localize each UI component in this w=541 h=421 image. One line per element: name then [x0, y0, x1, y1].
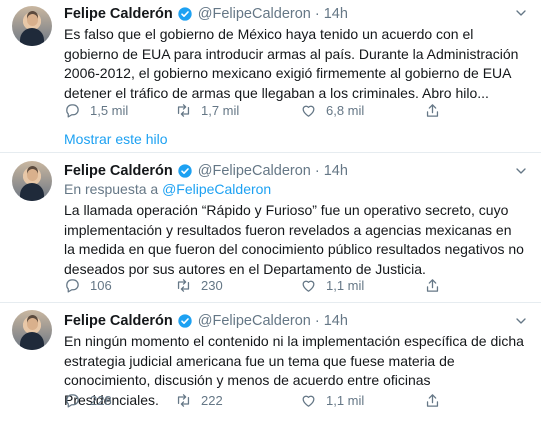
reply-icon: [66, 393, 79, 408]
verified-badge-icon: [178, 164, 192, 178]
tweet-header: Felipe Calderón @FelipeCalderon · 14h: [64, 311, 348, 331]
author-handle[interactable]: @FelipeCalderon · 14h: [198, 163, 348, 179]
avatar[interactable]: [12, 310, 52, 350]
retweet-icon: [177, 103, 190, 117]
reply-count: 106: [90, 277, 112, 293]
share-button[interactable]: [424, 100, 450, 120]
chevron-down-icon[interactable]: [513, 5, 529, 21]
retweet-button[interactable]: 222: [175, 390, 223, 410]
tweet-text: Es falso que el gobierno de México haya …: [64, 26, 519, 101]
tweet-header: Felipe Calderón @FelipeCalderon · 14h: [64, 4, 348, 24]
retweet-count: 222: [201, 392, 223, 408]
tweet[interactable]: Felipe Calderón @FelipeCalderon · 14h Es…: [0, 0, 541, 150]
like-button[interactable]: 1,1 mil: [300, 275, 364, 295]
share-icon: [426, 393, 439, 407]
retweet-icon: [177, 278, 190, 292]
share-icon: [426, 103, 439, 117]
like-button[interactable]: 1,1 mil: [300, 390, 364, 410]
reply-button[interactable]: 1,5 mil: [64, 100, 128, 120]
like-count: 1,1 mil: [326, 392, 365, 408]
author-handle[interactable]: @FelipeCalderon · 14h: [198, 313, 348, 329]
tweet[interactable]: Felipe Calderón @FelipeCalderon · 14h En…: [0, 303, 541, 421]
reply-handle-link[interactable]: @FelipeCalderon: [162, 181, 271, 197]
retweet-button[interactable]: 1,7 mil: [175, 100, 239, 120]
reply-icon: [66, 103, 79, 118]
heart-icon: [302, 395, 315, 407]
verified-badge-icon: [178, 314, 192, 328]
avatar[interactable]: [12, 6, 52, 46]
tweet-actions: 228 222 1,1 mil: [64, 390, 534, 410]
reply-count: 1,5 mil: [90, 102, 129, 118]
tweet-text: La llamada operación “Rápido y Furioso” …: [64, 202, 524, 277]
reply-button[interactable]: 228: [64, 390, 112, 410]
author-handle[interactable]: @FelipeCalderon · 14h: [198, 6, 348, 22]
show-thread-link[interactable]: Mostrar este hilo: [64, 131, 167, 147]
author-name[interactable]: Felipe Calderón: [64, 313, 173, 329]
author-name[interactable]: Felipe Calderón: [64, 6, 173, 22]
chevron-down-icon[interactable]: [513, 163, 529, 179]
retweet-icon: [177, 393, 190, 407]
share-button[interactable]: [424, 275, 450, 295]
author-name[interactable]: Felipe Calderón: [64, 163, 173, 179]
tweet-actions: 106 230 1,1 mil: [64, 275, 534, 295]
heart-icon: [302, 280, 315, 292]
reply-button[interactable]: 106: [64, 275, 112, 295]
avatar[interactable]: [12, 161, 52, 201]
like-count: 6,8 mil: [326, 102, 365, 118]
verified-badge-icon: [178, 7, 192, 21]
tweet[interactable]: Felipe Calderón @FelipeCalderon · 14h En…: [0, 153, 541, 298]
share-icon: [426, 278, 439, 292]
tweet-header: Felipe Calderón @FelipeCalderon · 14h: [64, 161, 348, 181]
retweet-count: 1,7 mil: [201, 102, 240, 118]
like-button[interactable]: 6,8 mil: [300, 100, 364, 120]
reply-prefix: En respuesta a: [64, 181, 163, 197]
heart-icon: [302, 105, 315, 117]
share-button[interactable]: [424, 390, 450, 410]
tweet-actions: 1,5 mil 1,7 mil 6,8 mil: [64, 100, 534, 120]
chevron-down-icon[interactable]: [513, 313, 529, 329]
like-count: 1,1 mil: [326, 277, 365, 293]
reply-context: En respuesta a @FelipeCalderon: [64, 181, 271, 197]
retweet-count: 230: [201, 277, 223, 293]
reply-count: 228: [90, 392, 112, 408]
retweet-button[interactable]: 230: [175, 275, 223, 295]
reply-icon: [66, 278, 79, 293]
